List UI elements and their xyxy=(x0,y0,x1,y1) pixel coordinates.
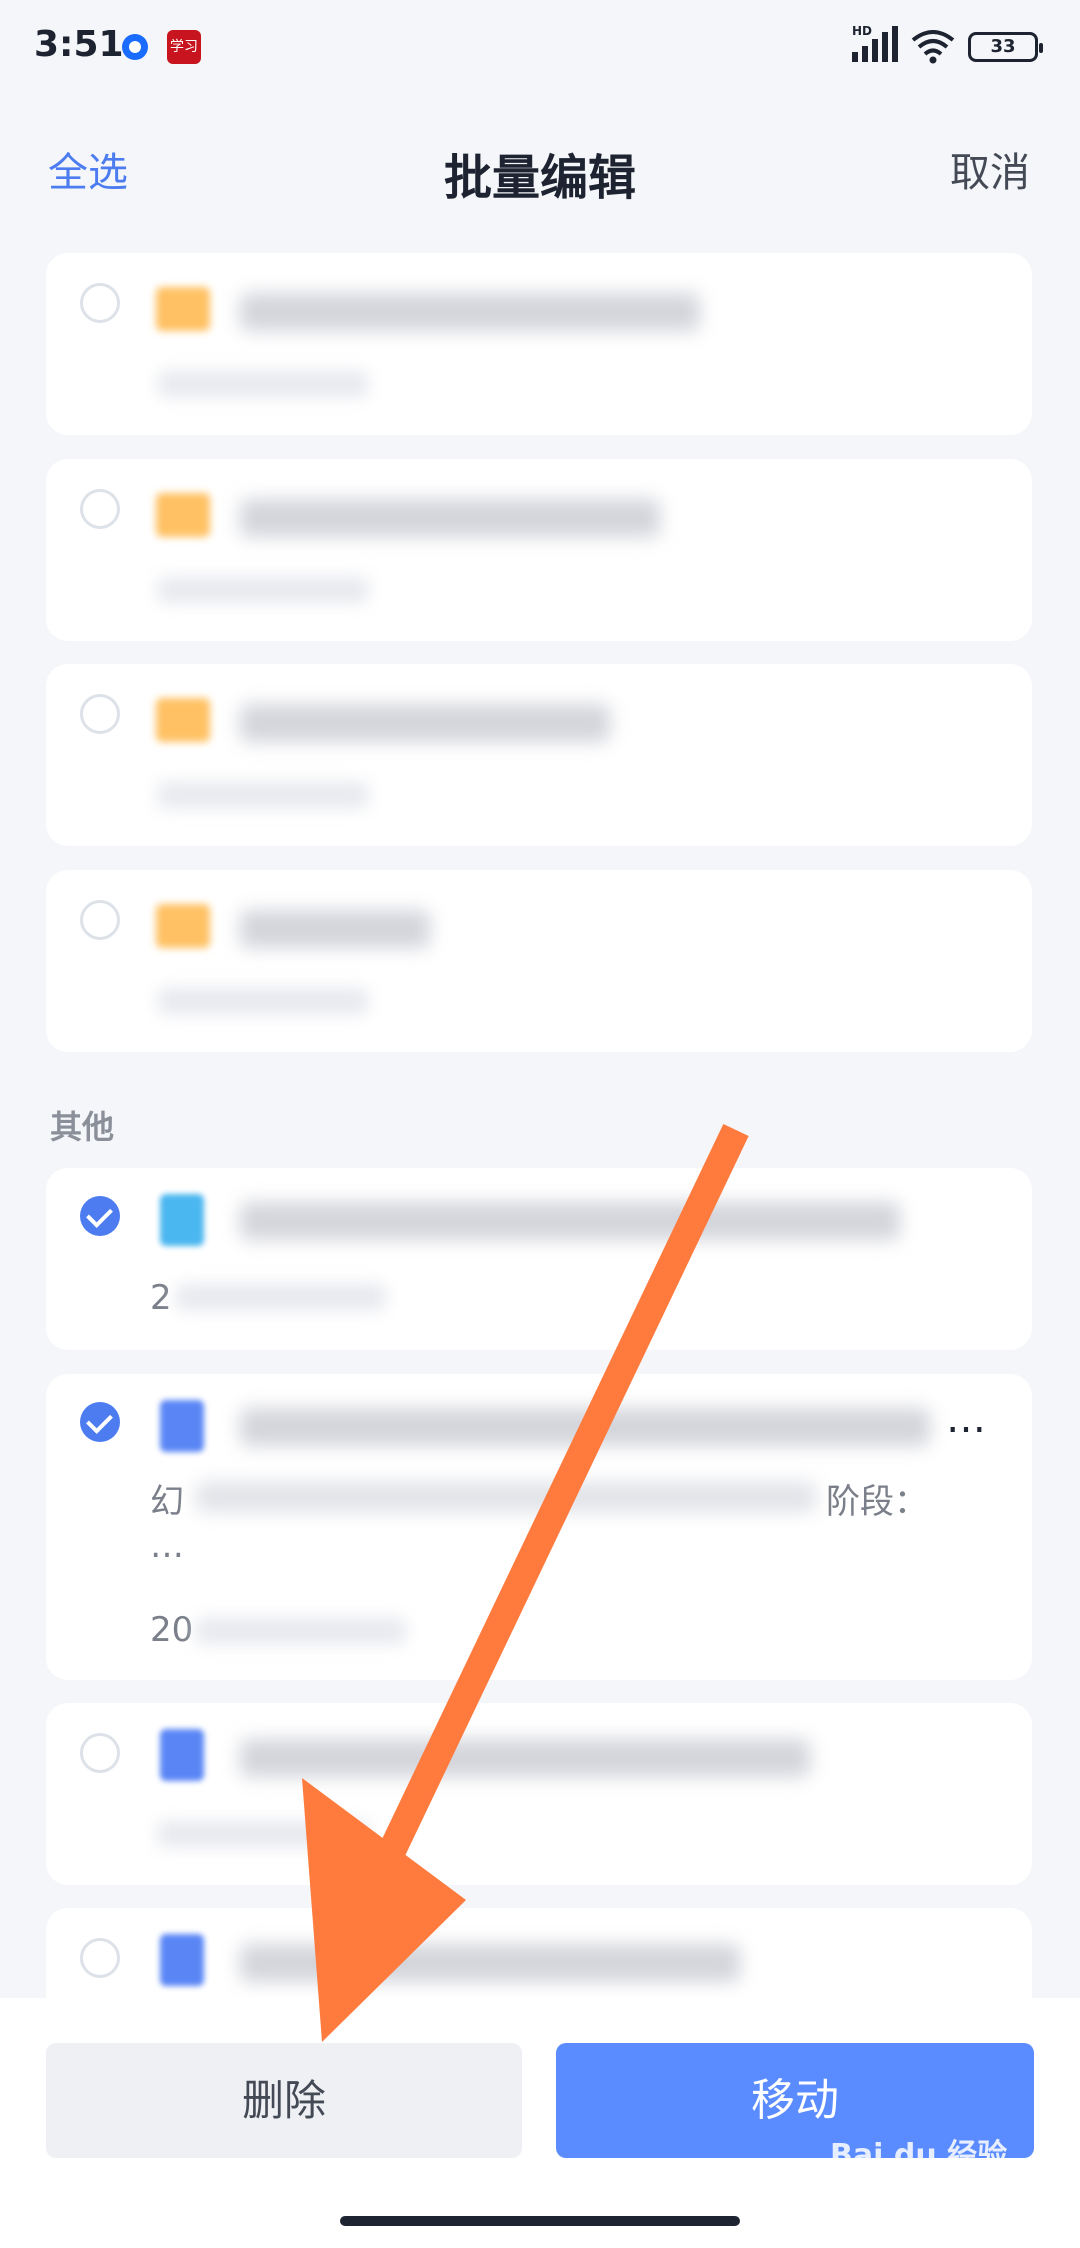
item-title-blurred xyxy=(240,293,700,331)
item-date-prefix: 2 xyxy=(150,1278,172,1318)
select-checkbox[interactable] xyxy=(80,694,120,734)
item-title-ellipsis: … xyxy=(946,1396,986,1442)
item-title-blurred xyxy=(240,499,660,537)
folder-icon xyxy=(156,287,210,331)
watermark-url: jingyan.baidu.com xyxy=(876,2176,1043,2197)
item-date-blurred xyxy=(176,1284,386,1310)
item-snippet-blurred xyxy=(196,1482,816,1512)
home-indicator[interactable] xyxy=(340,2216,740,2226)
item-snippet-ellipsis: … xyxy=(150,1526,184,1566)
cancel-button[interactable]: 取消 xyxy=(950,140,1030,198)
select-checkbox-checked[interactable] xyxy=(80,1196,120,1236)
signal-icon xyxy=(852,26,898,62)
item-title-blurred xyxy=(240,1739,810,1777)
folder-icon xyxy=(156,904,210,948)
select-checkbox[interactable] xyxy=(80,283,120,323)
header: 全选 批量编辑 取消 xyxy=(0,120,1080,220)
select-checkbox[interactable] xyxy=(80,1733,120,1773)
document-file-icon xyxy=(160,1729,204,1781)
item-date-blurred xyxy=(158,782,368,808)
status-time: 3:51 xyxy=(34,24,124,65)
select-checkbox[interactable] xyxy=(80,489,120,529)
folder-icon xyxy=(156,698,210,742)
document-file-icon xyxy=(160,1934,204,1986)
list-item[interactable] xyxy=(46,870,1032,1052)
document-file-icon xyxy=(160,1400,204,1452)
item-date-blurred xyxy=(158,1821,368,1847)
markdown-file-icon xyxy=(160,1194,204,1246)
study-app-icon: 学习 xyxy=(167,30,201,64)
select-checkbox[interactable] xyxy=(80,900,120,940)
item-date-blurred xyxy=(158,371,368,397)
item-title-blurred xyxy=(240,910,430,948)
page-title: 批量编辑 xyxy=(443,150,636,206)
item-date-prefix: 20 xyxy=(150,1610,194,1650)
list-item[interactable]: 2 xyxy=(46,1168,1032,1350)
select-checkbox-checked[interactable] xyxy=(80,1402,120,1442)
list-item[interactable] xyxy=(46,1703,1032,1885)
select-checkbox[interactable] xyxy=(80,1938,120,1978)
battery-icon: 33 xyxy=(968,32,1043,62)
item-date-blurred xyxy=(158,988,368,1014)
list-item[interactable] xyxy=(46,459,1032,641)
wifi-icon xyxy=(911,30,955,64)
item-title-blurred xyxy=(240,1944,740,1982)
item-snippet-suffix: 阶段： xyxy=(826,1482,928,1522)
item-title-blurred xyxy=(240,1408,930,1446)
section-label-other: 其他 xyxy=(50,1108,115,1146)
folder-icon xyxy=(156,493,210,537)
app-notification-icon xyxy=(122,34,148,60)
item-date-blurred xyxy=(196,1618,406,1644)
item-title-blurred xyxy=(240,704,610,742)
list-item[interactable] xyxy=(46,664,1032,846)
item-snippet-prefix: 幻 xyxy=(150,1482,184,1522)
item-date-blurred xyxy=(158,577,368,603)
list-item[interactable]: … 幻 阶段： … 20 xyxy=(46,1374,1032,1680)
item-title-blurred xyxy=(240,1202,900,1240)
list-item[interactable] xyxy=(46,253,1032,435)
baidu-jingyan-watermark: Bai du 经验 xyxy=(830,2138,1008,2173)
delete-button[interactable]: 删除 xyxy=(46,2043,522,2158)
status-bar: 3:51 学习 HD 33 xyxy=(0,0,1080,96)
bottom-action-bar: 删除 移动 xyxy=(0,1998,1080,2248)
